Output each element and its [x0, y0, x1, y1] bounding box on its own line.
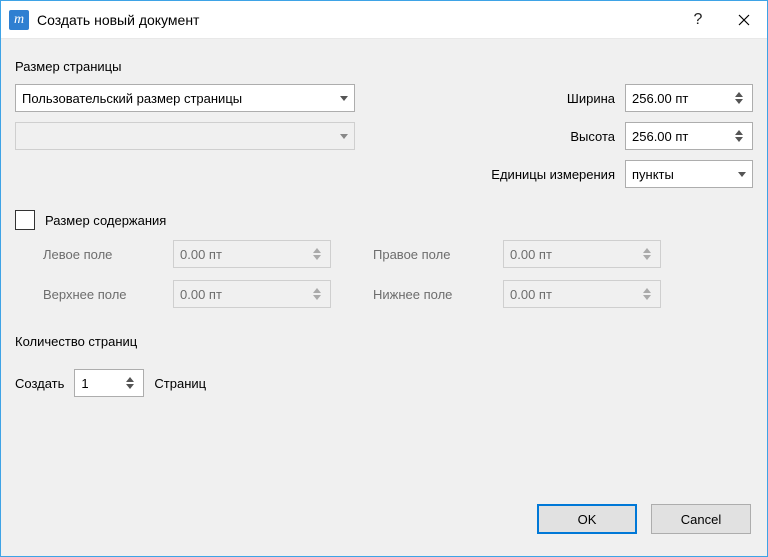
right-margin-spinner[interactable]: 0.00 пт	[503, 240, 661, 268]
page-size-section: Пользовательский размер страницы Ширина	[15, 84, 753, 188]
height-label: Высота	[570, 129, 615, 144]
content-size-header: Размер содержания	[15, 210, 753, 230]
spinner-arrows-icon	[732, 92, 746, 104]
titlebar: m Создать новый документ ?	[1, 1, 767, 39]
help-button[interactable]: ?	[675, 1, 721, 39]
dialog-title: Создать новый документ	[37, 12, 675, 28]
height-spinner[interactable]: 256.00 пт	[625, 122, 753, 150]
pages-row: Создать 1 Страниц	[15, 369, 753, 397]
page-size-left-col: Пользовательский размер страницы	[15, 84, 355, 188]
content-size-checkbox[interactable]	[15, 210, 35, 230]
pages-suffix: Страниц	[154, 376, 206, 391]
cancel-button-label: Cancel	[681, 512, 721, 527]
chevron-down-icon	[738, 172, 746, 177]
left-margin-label: Левое поле	[43, 247, 173, 262]
right-margin-value: 0.00 пт	[510, 247, 640, 262]
width-label: Ширина	[567, 91, 615, 106]
chevron-down-icon	[340, 134, 348, 139]
units-combo[interactable]: пункты	[625, 160, 753, 188]
page-count-spinner[interactable]: 1	[74, 369, 144, 397]
left-margin-spinner[interactable]: 0.00 пт	[173, 240, 331, 268]
spinner-arrows-icon	[310, 288, 324, 300]
page-count-value: 1	[81, 376, 88, 391]
units-label: Единицы измерения	[491, 167, 615, 182]
margins-grid: Левое поле 0.00 пт Правое поле 0.00 пт В…	[15, 240, 753, 308]
spinner-arrows-icon	[640, 248, 654, 260]
left-margin-value: 0.00 пт	[180, 247, 310, 262]
pages-group-label: Количество страниц	[15, 334, 753, 349]
page-size-right-col: Ширина 256.00 пт Высота 256.00 пт	[385, 84, 753, 188]
ok-button[interactable]: OK	[537, 504, 637, 534]
spinner-arrows-icon	[310, 248, 324, 260]
page-subpreset-combo[interactable]	[15, 122, 355, 150]
page-preset-combo[interactable]: Пользовательский размер страницы	[15, 84, 355, 112]
cancel-button[interactable]: Cancel	[651, 504, 751, 534]
top-margin-value: 0.00 пт	[180, 287, 310, 302]
page-preset-value: Пользовательский размер страницы	[22, 91, 242, 106]
bottom-margin-spinner[interactable]: 0.00 пт	[503, 280, 661, 308]
chevron-down-icon	[340, 96, 348, 101]
units-value: пункты	[632, 167, 674, 182]
dialog-window: m Создать новый документ ? Размер страни…	[0, 0, 768, 557]
spinner-arrows-icon	[123, 377, 137, 389]
dialog-body: Размер страницы Пользовательский размер …	[1, 39, 767, 496]
bottom-margin-value: 0.00 пт	[510, 287, 640, 302]
content-size-group-label: Размер содержания	[45, 213, 166, 228]
ok-button-label: OK	[578, 512, 597, 527]
dialog-footer: OK Cancel	[1, 496, 767, 556]
create-label: Создать	[15, 376, 64, 391]
bottom-margin-label: Нижнее поле	[373, 287, 503, 302]
right-margin-label: Правое поле	[373, 247, 503, 262]
close-button[interactable]	[721, 1, 767, 39]
spinner-arrows-icon	[732, 130, 746, 142]
app-icon: m	[9, 10, 29, 30]
close-icon	[738, 14, 750, 26]
page-size-group-label: Размер страницы	[15, 59, 753, 74]
top-margin-spinner[interactable]: 0.00 пт	[173, 280, 331, 308]
height-value: 256.00 пт	[632, 129, 732, 144]
spinner-arrows-icon	[640, 288, 654, 300]
width-spinner[interactable]: 256.00 пт	[625, 84, 753, 112]
width-value: 256.00 пт	[632, 91, 732, 106]
top-margin-label: Верхнее поле	[43, 287, 173, 302]
